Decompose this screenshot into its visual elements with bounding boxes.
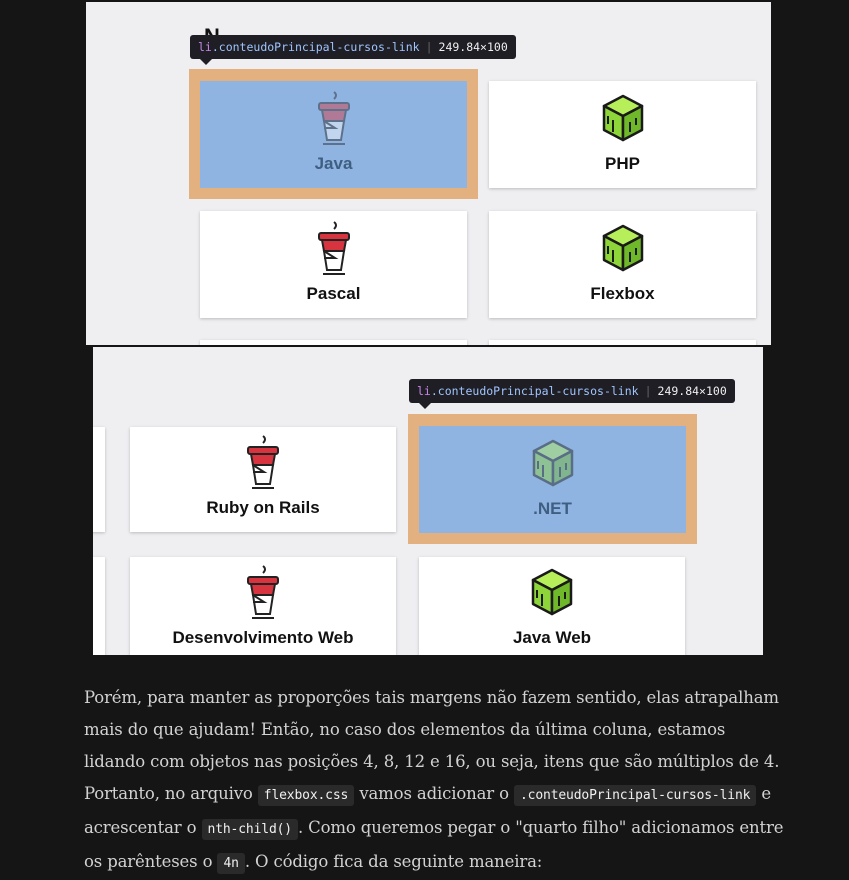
tooltip-dimensions: 249.84×100 [438,40,508,54]
course-card-java-web[interactable]: Java Web [419,557,685,655]
course-card-label: PHP [605,154,640,173]
coffee-cup-icon [240,434,286,492]
green-cube-icon [529,564,575,622]
tooltip-dimensions: 249.84×100 [657,384,727,398]
green-cube-icon [600,220,646,278]
element-inspect-tooltip: li.conteudoPrincipal-cursos-link | 249.84×… [409,379,735,409]
element-inspect-tooltip: li.conteudoPrincipal-cursos-link | 249.84×… [190,35,516,65]
devtools-screenshot-bottom: li.conteudoPrincipal-cursos-link | 249.84×… [93,347,763,655]
course-card-pascal[interactable]: Pascal [200,211,467,318]
coffee-cup-icon [311,220,357,278]
course-card-partial [93,557,105,655]
inline-code: .conteudoPrincipal-cursos-link [514,785,757,806]
course-card-php[interactable]: PHP [489,81,756,188]
course-card-label: Pascal [306,284,361,303]
inline-code: nth-child() [201,819,298,840]
inline-code: flexbox.css [257,785,355,806]
course-card-partial [489,340,756,345]
tooltip-class: .conteudoPrincipal-cursos-link [211,40,420,54]
devtools-screenshot-top: N li.conteudoPrincipal-cursos-link|249.8… [86,2,771,345]
article-text: vamos adicionar o [359,784,509,803]
course-card-desenvolvimento-web[interactable]: Desenvolvimento Web [130,557,396,655]
inline-code: 4n [217,853,245,874]
green-cube-icon [530,435,576,493]
tooltip-tag: li [417,384,431,398]
article-paragraph: Porém, para manter as proporções tais ma… [84,682,784,880]
tooltip-class: .conteudoPrincipal-cursos-link [430,384,639,398]
course-card-partial [200,340,467,345]
course-card-partial [93,427,105,532]
coffee-cup-icon [311,90,357,148]
course-card-flexbox[interactable]: Flexbox [489,211,756,318]
course-card-label: Java Web [512,628,592,647]
course-card-label: Java [314,154,353,173]
tooltip-tag: li [198,40,212,54]
course-card-dotnet[interactable]: .NET [419,426,686,533]
green-cube-icon [600,90,646,148]
coffee-cup-icon [240,564,286,622]
course-card-label: Flexbox [590,284,655,303]
course-card-label: Ruby on Rails [206,498,320,517]
article-body: Porém, para manter as proporções tais ma… [84,682,784,880]
course-card-label: .NET [533,499,572,518]
article-text: . O código fica da seguinte maneira: [244,852,543,871]
course-card-java[interactable]: Java [200,81,467,188]
course-card-label: Desenvolvimento Web [172,628,354,647]
course-card-ruby-on-rails[interactable]: Ruby on Rails [130,427,396,532]
